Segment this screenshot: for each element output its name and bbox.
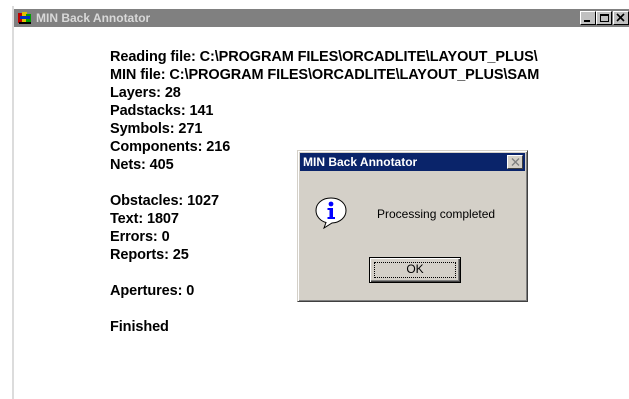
minimize-button[interactable] <box>580 11 596 25</box>
dialog-message: Processing completed <box>377 207 496 221</box>
information-icon <box>315 197 347 229</box>
log-reading-file: Reading file: C:\PROGRAM FILES\ORCADLITE… <box>110 49 538 65</box>
orcad-layout-app-icon <box>18 12 31 24</box>
log-finished: Finished <box>110 319 169 335</box>
dialog-close-button[interactable] <box>507 155 523 169</box>
close-icon <box>616 13 625 22</box>
log-padstacks: Padstacks: 141 <box>110 103 214 119</box>
close-icon <box>511 158 520 166</box>
main-window-title: MIN Back Annotator <box>36 11 151 25</box>
minimize-icon <box>584 20 590 22</box>
dialog-titlebar[interactable]: MIN Back Annotator <box>300 153 525 171</box>
restore-icon <box>600 14 609 22</box>
main-titlebar[interactable]: MIN Back Annotator <box>14 9 629 27</box>
log-layers: Layers: 28 <box>110 85 181 101</box>
log-min-file: MIN file: C:\PROGRAM FILES\ORCADLITE\LAY… <box>110 67 540 83</box>
close-button[interactable] <box>613 11 629 25</box>
ok-button[interactable]: OK <box>369 257 461 283</box>
log-symbols: Symbols: 271 <box>110 121 203 137</box>
window-controls <box>579 11 629 25</box>
dialog-title: MIN Back Annotator <box>303 155 418 169</box>
message-dialog: MIN Back Annotator Processing completed … <box>297 150 528 302</box>
ok-button-label: OK <box>406 262 424 276</box>
maximize-button[interactable] <box>596 11 612 25</box>
log-spacer <box>110 300 539 318</box>
